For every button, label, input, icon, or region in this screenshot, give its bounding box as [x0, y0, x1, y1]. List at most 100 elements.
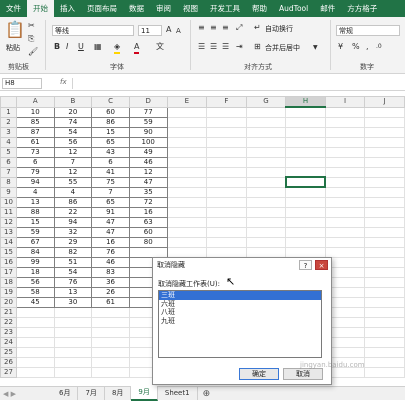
cell[interactable]: 67 [15, 236, 55, 248]
cell[interactable]: 86 [53, 196, 93, 208]
cell[interactable] [53, 366, 93, 378]
cell[interactable]: 61 [15, 136, 55, 148]
cell[interactable] [285, 156, 326, 168]
row-header[interactable]: 4 [0, 136, 17, 148]
cell[interactable] [53, 356, 93, 368]
cell[interactable] [166, 166, 208, 178]
cell[interactable]: 16 [128, 206, 168, 218]
underline-icon[interactable]: U [78, 42, 84, 52]
cell[interactable]: 65 [91, 136, 130, 148]
ribbon-tab[interactable]: 视图 [177, 0, 204, 17]
cell[interactable] [206, 246, 247, 258]
row-header[interactable]: 13 [0, 226, 17, 238]
row-header[interactable]: 22 [0, 316, 17, 328]
cell[interactable] [324, 136, 366, 148]
select-all-corner[interactable] [0, 96, 17, 108]
cell[interactable]: 56 [53, 136, 93, 148]
cell[interactable]: 61 [91, 296, 130, 308]
cell[interactable]: 100 [128, 136, 168, 148]
cell[interactable]: 13 [15, 196, 55, 208]
merge-center-button[interactable]: 合并后居中 [265, 43, 300, 53]
cell[interactable]: 54 [53, 126, 93, 138]
font-color-icon[interactable]: A [134, 42, 140, 54]
ribbon-tab[interactable]: 开发工具 [204, 0, 246, 17]
bold-icon[interactable]: B [54, 42, 60, 52]
indent-icon[interactable]: ⇥ [236, 42, 243, 52]
cell[interactable]: 30 [53, 296, 93, 308]
font-size-select[interactable]: 11 [138, 25, 162, 36]
cell[interactable]: 76 [91, 246, 130, 258]
cell[interactable]: 99 [15, 256, 55, 268]
cell[interactable] [15, 356, 55, 368]
cell[interactable] [15, 346, 55, 358]
row-header[interactable]: 12 [0, 216, 17, 228]
row-header[interactable]: 3 [0, 126, 17, 138]
cell[interactable] [324, 126, 366, 138]
cell[interactable] [324, 186, 366, 198]
cell[interactable] [166, 146, 208, 158]
row-header[interactable]: 9 [0, 186, 17, 198]
cell[interactable] [324, 146, 366, 158]
cell[interactable]: 60 [91, 106, 130, 118]
cell[interactable]: 83 [91, 266, 130, 278]
row-header[interactable]: 26 [0, 356, 17, 368]
row-header[interactable]: 27 [0, 366, 17, 378]
row-header[interactable]: 19 [0, 286, 17, 298]
phonetic-icon[interactable]: 文 [156, 42, 164, 52]
number-format-select[interactable]: 常规 [336, 25, 400, 36]
cell[interactable] [324, 216, 366, 228]
cell[interactable]: 4 [53, 186, 93, 198]
cell[interactable] [364, 186, 405, 198]
cell[interactable]: 47 [91, 216, 130, 228]
cell[interactable] [206, 216, 247, 228]
cell[interactable]: 4 [15, 186, 55, 198]
cell[interactable]: 59 [128, 116, 168, 128]
cell[interactable]: 16 [91, 236, 130, 248]
sheet-nav-arrows[interactable]: ◀ ▶ [0, 390, 52, 398]
cell[interactable] [245, 106, 287, 118]
cell[interactable] [285, 146, 326, 158]
help-button[interactable]: ? [299, 260, 312, 270]
cell[interactable]: 47 [91, 226, 130, 238]
comma-icon[interactable]: , [366, 42, 369, 52]
cell[interactable] [206, 186, 247, 198]
row-header[interactable]: 20 [0, 296, 17, 308]
cell[interactable] [166, 156, 208, 168]
cell[interactable] [245, 166, 287, 178]
list-item[interactable]: 八班 [159, 308, 321, 317]
cell[interactable]: 85 [15, 116, 55, 128]
cell[interactable]: 72 [128, 196, 168, 208]
cell[interactable] [166, 196, 208, 208]
cell[interactable] [206, 236, 247, 248]
row-header[interactable]: 10 [0, 196, 17, 208]
cell[interactable] [324, 166, 366, 178]
cell[interactable] [285, 246, 326, 258]
cell[interactable] [364, 206, 405, 218]
cell[interactable]: 63 [128, 216, 168, 228]
cell[interactable] [364, 146, 405, 158]
column-header[interactable]: C [91, 96, 130, 108]
cell[interactable] [245, 186, 287, 198]
cell[interactable] [206, 226, 247, 238]
borders-icon[interactable]: ▦ [94, 42, 102, 52]
cell[interactable] [364, 276, 405, 288]
cell[interactable]: 58 [15, 286, 55, 298]
cell[interactable] [206, 126, 247, 138]
cell[interactable] [53, 306, 93, 318]
ribbon-tab[interactable]: AudTool [273, 0, 314, 17]
increase-font-icon[interactable]: A [166, 25, 171, 35]
cell[interactable] [206, 136, 247, 148]
cell[interactable]: 87 [15, 126, 55, 138]
paste-button[interactable]: 粘贴 [6, 43, 20, 53]
column-header[interactable]: E [166, 96, 208, 108]
cell[interactable] [324, 156, 366, 168]
cell[interactable] [15, 316, 55, 328]
cut-icon[interactable]: ✂ [28, 21, 35, 31]
orientation-icon[interactable]: ⤢ [236, 23, 242, 33]
cell[interactable]: 51 [53, 256, 93, 268]
cell[interactable] [245, 156, 287, 168]
cell[interactable] [245, 196, 287, 208]
cell[interactable] [364, 326, 405, 338]
cell[interactable]: 86 [91, 116, 130, 128]
cell[interactable] [91, 346, 130, 358]
